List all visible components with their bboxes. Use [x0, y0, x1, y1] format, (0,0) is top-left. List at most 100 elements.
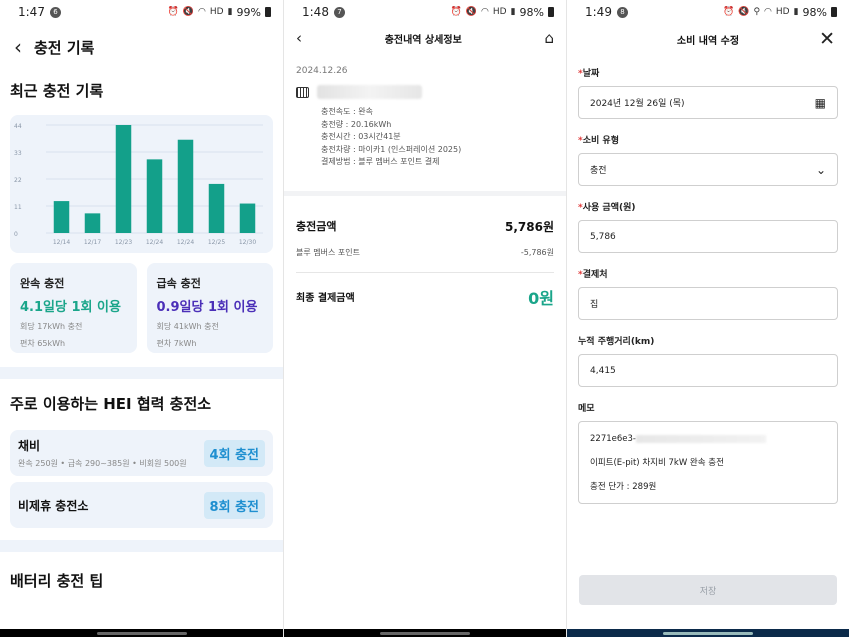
x-tick-label: 12/25 — [208, 239, 225, 246]
charger-icon — [296, 86, 309, 98]
chart-bar[interactable] — [84, 213, 101, 233]
signal-icon: ▮ — [793, 7, 799, 17]
x-tick-label: 12/30 — [239, 239, 256, 246]
fast-charge-deviation: 편차 7kWh — [156, 339, 197, 348]
charge-detail-screen: 1:48 7 ⏰ 🔇 ◠ HD ▮ 98% ‹ 충전내역 상세정보 ⌂ 2024.12.26… — [283, 0, 566, 637]
slow-charge-frequency: 4.1일당 1회 이용 — [20, 300, 121, 315]
home-gesture-pill[interactable] — [96, 631, 187, 635]
hd-icon: HD — [775, 7, 790, 17]
wifi-icon: ◠ — [764, 7, 772, 17]
memo-line-3: 충전 단가 : 289원 — [590, 482, 657, 492]
battery-tips-title: 배터리 충전 팁 — [10, 572, 104, 590]
wifi-icon: ◠ — [481, 7, 489, 17]
alarm-icon: ⏰ — [167, 7, 179, 17]
section-divider — [0, 367, 283, 379]
status-bar: 1:47 6 ⏰ 🔇 ◠ HD ▮ 99% — [0, 0, 283, 24]
chart-bar[interactable] — [177, 139, 194, 233]
x-tick-label: 12/17 — [84, 239, 101, 246]
chart-bar[interactable] — [208, 183, 225, 233]
final-amount-value: 0원 — [528, 288, 554, 308]
mute-icon: 🔇 — [182, 7, 195, 17]
home-icon[interactable]: ⌂ — [544, 29, 554, 47]
y-tick-label: 22 — [14, 177, 22, 184]
wifi-icon: ◠ — [198, 7, 206, 17]
partner-name: 비제휴 충전소 — [18, 498, 89, 513]
save-button[interactable]: 저장 — [579, 575, 837, 605]
status-bar: 1:49 8 ⏰ 🔇 ⚲ ◠ HD ▮ 98% — [567, 0, 849, 24]
fast-charge-title: 급속 충전 — [156, 277, 201, 290]
partner-name: 채비 — [18, 439, 41, 453]
expense-type-value: 충전 — [590, 166, 607, 176]
back-icon[interactable]: ‹ — [296, 29, 302, 47]
page-header: 소비 내역 수정 ✕ — [567, 24, 849, 54]
detail-payment: 결제방법 : 블루 멤버스 포인트 결제 — [321, 157, 440, 166]
x-tick-label: 12/14 — [53, 239, 70, 246]
place-label: *결제처 — [578, 270, 608, 280]
partner-item-chaevi[interactable]: 채비 완속 250원 • 급속 290~385원 • 비회원 500원 4회 충… — [10, 430, 273, 476]
home-gesture-pill[interactable] — [380, 631, 470, 635]
edit-expense-screen: 1:49 8 ⏰ 🔇 ⚲ ◠ HD ▮ 98% 소비 내역 수정 ✕ *날짜 2024년 12… — [566, 0, 849, 637]
amount-input[interactable] — [590, 231, 826, 242]
chart-bar[interactable] — [115, 125, 132, 233]
charge-details: 충전속도 : 완속 충전량 : 20.16kWh 충전시간 : 03시간41분 … — [284, 102, 566, 169]
charge-amount-row: 충전금액 5,786원 — [284, 218, 566, 235]
date-field[interactable]: 2024년 12월 26일 (목) ▦ — [578, 86, 838, 119]
page-header: ‹ 충전 기록 — [0, 24, 283, 70]
chart-bar[interactable] — [239, 203, 256, 233]
amount-label: *사용 금액(원) — [578, 203, 636, 213]
points-label: 블루 멤버스 포인트 — [296, 247, 360, 257]
place-input[interactable] — [590, 298, 826, 309]
charge-count-badge: 4회 충전 — [203, 439, 265, 467]
recent-charges-title: 최근 충전 기록 — [10, 82, 104, 100]
expense-form: *날짜 2024년 12월 26일 (목) ▦ *소비 유형 충전 ⌄ *사용 … — [567, 54, 849, 504]
chart-bar[interactable] — [146, 159, 163, 233]
mute-icon: 🔇 — [465, 7, 478, 17]
partner-stations-title: 주로 이용하는 HEI 협력 충전소 — [10, 395, 212, 413]
chart-bar[interactable] — [53, 201, 70, 233]
hd-icon: HD — [492, 7, 507, 17]
notification-count-icon: 7 — [333, 6, 345, 18]
close-icon[interactable]: ✕ — [819, 28, 835, 50]
detail-duration: 충전시간 : 03시간41분 — [321, 132, 401, 141]
charge-amount-label: 충전금액 — [296, 220, 337, 233]
final-amount-row: 최종 결제금액 0원 — [284, 285, 566, 309]
notification-count-icon: 6 — [49, 6, 61, 18]
memo-redacted — [635, 434, 766, 443]
battery-icon — [831, 7, 837, 17]
mileage-input[interactable] — [590, 365, 826, 376]
station-name-redacted — [317, 85, 422, 99]
fast-charge-card: 급속 충전 0.9일당 1회 이용 회당 41kWh 충전 편차 7kWh — [146, 263, 273, 353]
charge-count-badge: 8회 충전 — [203, 491, 265, 519]
charge-amount-value: 5,786원 — [505, 219, 554, 234]
calendar-icon[interactable]: ▦ — [815, 96, 826, 110]
system-nav-bar — [567, 629, 849, 637]
slow-charge-card: 완속 충전 4.1일당 1회 이용 회당 17kWh 충전 편차 65kWh — [10, 263, 137, 353]
partner-item-non-affiliated[interactable]: 비제휴 충전소 8회 충전 — [10, 482, 273, 528]
date-value: 2024년 12월 26일 (목) — [590, 99, 685, 109]
signal-icon: ▮ — [510, 7, 516, 17]
memo-line-2: 이피트(E-pit) 차지비 7kW 완속 충전 — [590, 458, 724, 468]
expense-type-select[interactable]: 충전 ⌄ — [578, 153, 838, 186]
place-input-box — [578, 287, 838, 320]
system-nav-bar — [0, 629, 283, 637]
mileage-label: 누적 주행거리(km) — [578, 337, 655, 347]
date-label: *날짜 — [578, 69, 600, 79]
section-divider — [0, 540, 283, 552]
status-time: 1:49 — [585, 5, 612, 19]
signal-icon: ▮ — [227, 7, 233, 17]
memo-label: 메모 — [578, 404, 595, 414]
slow-charge-per-session: 회당 17kWh 충전 — [20, 322, 83, 331]
partner-prices: 완속 250원 • 급속 290~385원 • 비회원 500원 — [18, 459, 187, 468]
y-tick-label: 0 — [14, 231, 18, 238]
final-amount-label: 최종 결제금액 — [296, 293, 355, 304]
chart-svg: 44 33 22 11 0 12/14 12/17 12/23 12/24 12/24 12/25 1… — [14, 123, 263, 246]
battery-icon — [548, 7, 554, 17]
status-time: 1:47 — [18, 5, 45, 19]
status-bar: 1:48 7 ⏰ 🔇 ◠ HD ▮ 98% — [284, 0, 566, 24]
charge-bar-chart: 44 33 22 11 0 12/14 12/17 12/23 12/24 12/24 12/25 1… — [10, 115, 273, 253]
back-icon[interactable]: ‹ — [14, 35, 22, 59]
memo-textarea[interactable]: 2271e6e3- 이피트(E-pit) 차지비 7kW 완속 충전 충전 단가… — [578, 421, 838, 504]
home-gesture-pill[interactable] — [663, 631, 753, 635]
page-title: 충전 기록 — [34, 38, 95, 57]
memo-line-1: 2271e6e3- — [590, 434, 636, 444]
